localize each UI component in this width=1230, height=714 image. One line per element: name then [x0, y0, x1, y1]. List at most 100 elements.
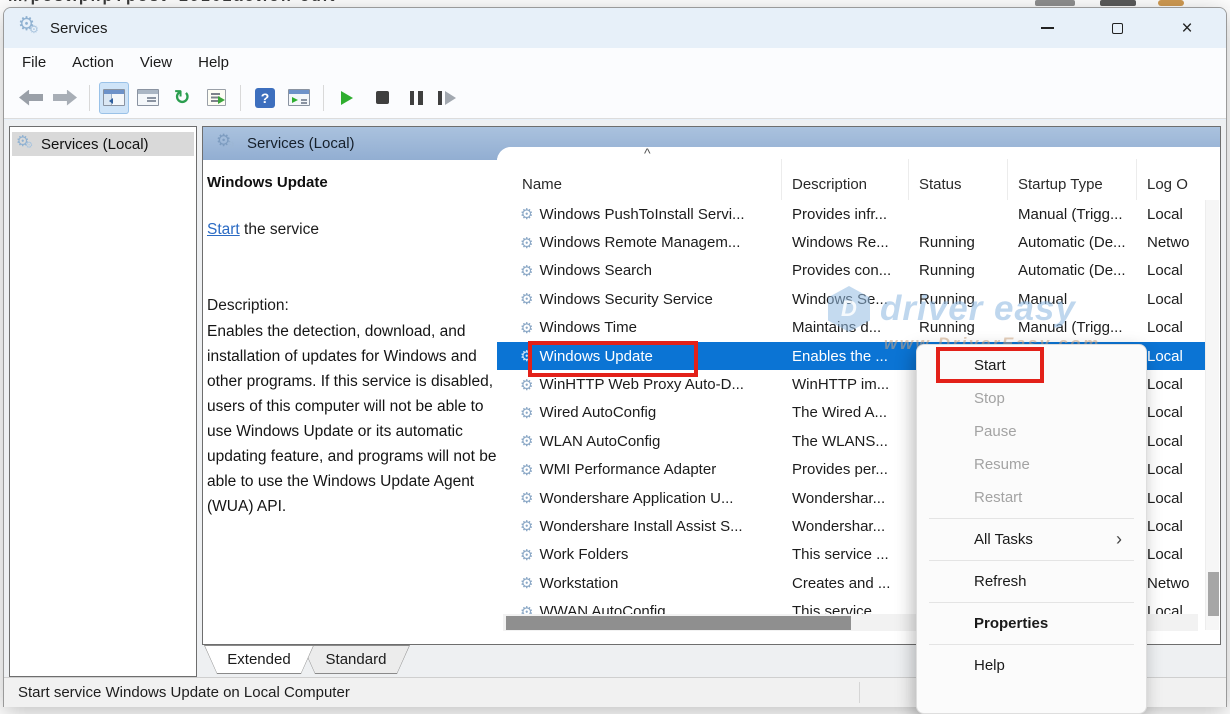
background-window-fragment — [1100, 0, 1136, 6]
menu-item-resume: Resume — [917, 448, 1146, 481]
service-gear-icon: ⚙ — [520, 404, 533, 422]
menu-help[interactable]: Help — [198, 54, 229, 71]
restart-service-button[interactable] — [435, 82, 465, 114]
menu-view[interactable]: View — [140, 54, 172, 71]
description-text: Enables the detection, download, and ins… — [207, 319, 497, 519]
properties-button[interactable] — [133, 82, 163, 114]
start-service-link[interactable]: Start — [207, 221, 240, 238]
menu-item-start[interactable]: Start — [917, 349, 1146, 382]
service-log-on-as: Local — [1137, 518, 1205, 535]
refresh-button[interactable]: ↻ — [167, 82, 197, 114]
toolbar-separator — [89, 85, 90, 111]
pause-service-button[interactable] — [401, 82, 431, 114]
service-gear-icon: ⚙ — [520, 205, 533, 223]
show-hide-action-pane-button[interactable] — [284, 82, 314, 114]
stop-service-icon — [376, 91, 389, 104]
menu-item-all-tasks[interactable]: All Tasks › — [917, 523, 1146, 556]
export-list-button[interactable] — [201, 82, 231, 114]
column-header-name[interactable]: Name — [497, 159, 782, 200]
table-row[interactable]: ⚙Windows Remote Managem... Windows Re...… — [497, 228, 1205, 256]
refresh-icon: ↻ — [174, 88, 191, 108]
help-icon: ? — [255, 88, 275, 108]
export-list-icon — [207, 89, 226, 106]
description-label: Description: — [207, 297, 495, 315]
tree-item-services-local[interactable]: ⚙⚙ Services (Local) — [12, 132, 194, 156]
column-header-status[interactable]: Status — [909, 159, 1008, 200]
submenu-chevron-icon: › — [1116, 529, 1122, 550]
start-service-button[interactable] — [333, 82, 363, 114]
start-service-icon — [341, 91, 360, 105]
service-gear-icon: ⚙ — [520, 517, 533, 535]
service-log-on-as: Local — [1137, 461, 1205, 478]
toolbar-separator — [323, 85, 324, 111]
forward-button[interactable] — [50, 82, 80, 114]
minimize-icon — [1041, 27, 1054, 29]
service-name: Windows PushToInstall Servi... — [539, 206, 744, 223]
menu-item-refresh[interactable]: Refresh — [917, 565, 1146, 598]
context-menu: Start Stop Pause Resume Restart All Task… — [916, 344, 1147, 714]
background-clipped-text: m/post.php?post=29102action-edit — [8, 0, 336, 6]
services-app-icon: ⚙⚙ — [18, 16, 42, 40]
maximize-icon — [1112, 23, 1123, 34]
services-gear-icon: ⚙⚙ — [216, 132, 240, 156]
service-log-on-as: Netwo — [1137, 234, 1205, 251]
extended-description-panel: Windows Update Start the service Descrip… — [203, 160, 497, 644]
service-gear-icon: ⚙ — [520, 290, 533, 308]
service-gear-icon: ⚙ — [520, 546, 533, 564]
column-header-log-on-as[interactable]: Log O — [1137, 159, 1205, 200]
minimize-button[interactable] — [1012, 8, 1082, 48]
table-row[interactable]: ⚙Windows Security Service Windows Se... … — [497, 285, 1205, 313]
service-action-line: Start the service — [207, 221, 495, 239]
service-log-on-as: Netwo — [1137, 575, 1205, 592]
tab-standard[interactable]: Standard — [302, 645, 410, 674]
service-description: This service ... — [782, 546, 909, 563]
service-gear-icon: ⚙ — [520, 234, 533, 252]
help-button[interactable]: ? — [250, 82, 280, 114]
toolbar: ↻ ? — [4, 77, 1226, 119]
service-name: WinHTTP Web Proxy Auto-D... — [539, 376, 744, 393]
service-name: Wired AutoConfig — [539, 404, 656, 421]
horizontal-scrollbar-thumb[interactable] — [506, 616, 851, 630]
service-startup-type: Automatic (De... — [1008, 262, 1137, 279]
column-header-startup-type[interactable]: Startup Type — [1008, 159, 1137, 200]
tab-extended[interactable]: Extended — [204, 645, 314, 674]
table-row[interactable]: ⚙ Windows PushToInstall Servi... Provides… — [497, 200, 1205, 228]
toolbar-separator — [240, 85, 241, 111]
window-title: Services — [50, 20, 108, 37]
service-log-on-as: Local — [1137, 291, 1205, 308]
menu-item-restart: Restart — [917, 481, 1146, 514]
service-gear-icon: ⚙ — [520, 489, 533, 507]
vertical-scrollbar[interactable] — [1205, 200, 1219, 630]
service-description: Provides infr... — [782, 206, 909, 223]
service-gear-icon: ⚙ — [520, 461, 533, 479]
table-row[interactable]: ⚙Windows Search Provides con... Running … — [497, 257, 1205, 285]
show-hide-console-tree-button[interactable] — [99, 82, 129, 114]
menu-item-properties[interactable]: Properties — [917, 607, 1146, 640]
menu-separator — [929, 560, 1134, 561]
console-tree-panel: ⚙⚙ Services (Local) — [9, 126, 197, 677]
vertical-scrollbar-thumb[interactable] — [1208, 572, 1219, 616]
service-description: The WLANS... — [782, 433, 909, 450]
service-name: WLAN AutoConfig — [539, 433, 660, 450]
stop-service-button[interactable] — [367, 82, 397, 114]
service-description: Maintains d... — [782, 319, 909, 336]
close-button[interactable]: × — [1152, 8, 1222, 48]
service-description: Windows Se... — [782, 291, 909, 308]
column-header-description[interactable]: Description — [782, 159, 909, 200]
title-bar[interactable]: ⚙⚙ Services × — [4, 8, 1226, 48]
service-description: Windows Re... — [782, 234, 909, 251]
menu-file[interactable]: File — [22, 54, 46, 71]
service-startup-type: Manual (Trigg... — [1008, 319, 1137, 336]
service-startup-type: Manual — [1008, 291, 1137, 308]
service-startup-type: Automatic (De... — [1008, 234, 1137, 251]
menu-action[interactable]: Action — [72, 54, 114, 71]
service-description: The Wired A... — [782, 404, 909, 421]
menu-separator — [929, 644, 1134, 645]
table-row[interactable]: ⚙Windows Time Maintains d... Running Man… — [497, 314, 1205, 342]
menu-item-help[interactable]: Help — [917, 649, 1146, 682]
properties-icon — [137, 89, 159, 106]
pane-header-label: Services (Local) — [247, 135, 355, 152]
maximize-button[interactable] — [1082, 8, 1152, 48]
back-button[interactable] — [16, 82, 46, 114]
list-header: ^ Name Description Status Startup Type L… — [497, 147, 1205, 200]
